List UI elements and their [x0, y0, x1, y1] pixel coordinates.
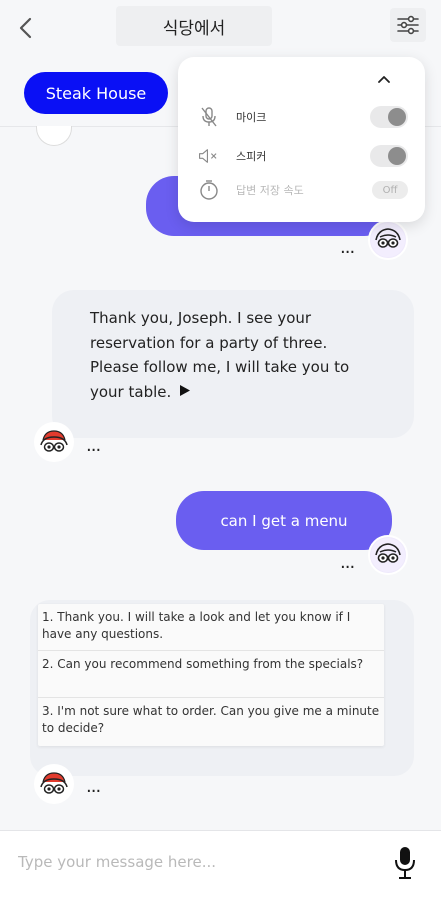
voice-input-button[interactable]: [392, 845, 418, 881]
bot-avatar: [34, 764, 74, 804]
speed-off-toggle[interactable]: Off: [372, 181, 408, 199]
more-options-icon[interactable]: ...: [340, 554, 355, 572]
chef-character-icon: [36, 424, 72, 460]
mic-toggle[interactable]: [370, 106, 408, 128]
timer-icon: [198, 179, 220, 201]
message-input[interactable]: [18, 849, 368, 875]
suggested-reply-item[interactable]: 2. Can you recommend something from the …: [38, 651, 384, 698]
user-message-text: can I get a menu: [220, 511, 348, 530]
more-options-icon[interactable]: ...: [340, 239, 355, 257]
character-face-icon: [371, 223, 405, 257]
speaker-setting-row: 스피커: [198, 142, 408, 170]
mic-setting-row: 마이크: [198, 103, 408, 131]
bot-avatar: [34, 422, 74, 462]
bot-message-bubble: Thank you, Joseph. I see your reservatio…: [52, 290, 414, 438]
microphone-icon: [395, 847, 415, 879]
user-avatar: [368, 220, 408, 260]
more-options-icon[interactable]: ...: [86, 778, 101, 796]
chevron-up-icon: [378, 76, 390, 83]
character-face-icon: [371, 538, 405, 572]
mic-label: 마이크: [236, 111, 267, 124]
back-button[interactable]: [12, 14, 40, 42]
message-composer: [0, 831, 441, 900]
bot-avatar-partial: [36, 126, 72, 146]
play-audio-button[interactable]: [179, 380, 191, 405]
bot-message: Thank you, Joseph. I see your reservatio…: [90, 306, 380, 404]
speed-setting-row: 답변 저장 속도 Off: [198, 176, 408, 204]
play-icon: [180, 384, 191, 396]
speed-label: 답변 저장 속도: [236, 184, 304, 197]
speaker-toggle[interactable]: [370, 145, 408, 167]
app-header: 식당에서: [0, 0, 441, 58]
suggested-replies-list: 1. Thank you. I will take a look and let…: [38, 604, 384, 746]
speaker-label: 스피커: [236, 150, 267, 163]
collapse-panel-button[interactable]: [374, 69, 394, 89]
settings-button[interactable]: [390, 8, 426, 42]
bot-message-text: Thank you, Joseph. I see your reservatio…: [90, 309, 350, 401]
mic-off-icon: [198, 106, 220, 128]
restaurant-chip[interactable]: Steak House: [24, 72, 168, 114]
settings-panel: 마이크 스피커 답변 저장 속도 Off: [178, 57, 425, 222]
user-avatar: [368, 535, 408, 575]
sliders-icon: [397, 15, 419, 35]
suggested-reply-item[interactable]: 3. I'm not sure what to order. Can you g…: [38, 698, 384, 745]
speaker-muted-icon: [198, 145, 220, 167]
more-options-icon[interactable]: ...: [86, 437, 101, 455]
chevron-left-icon: [19, 17, 32, 39]
page-title: 식당에서: [116, 6, 272, 46]
chef-character-icon: [36, 766, 72, 802]
user-message-bubble: can I get a menu: [176, 491, 392, 550]
suggested-reply-item[interactable]: 1. Thank you. I will take a look and let…: [38, 604, 384, 651]
suggested-replies-bubble: 1. Thank you. I will take a look and let…: [30, 600, 414, 776]
